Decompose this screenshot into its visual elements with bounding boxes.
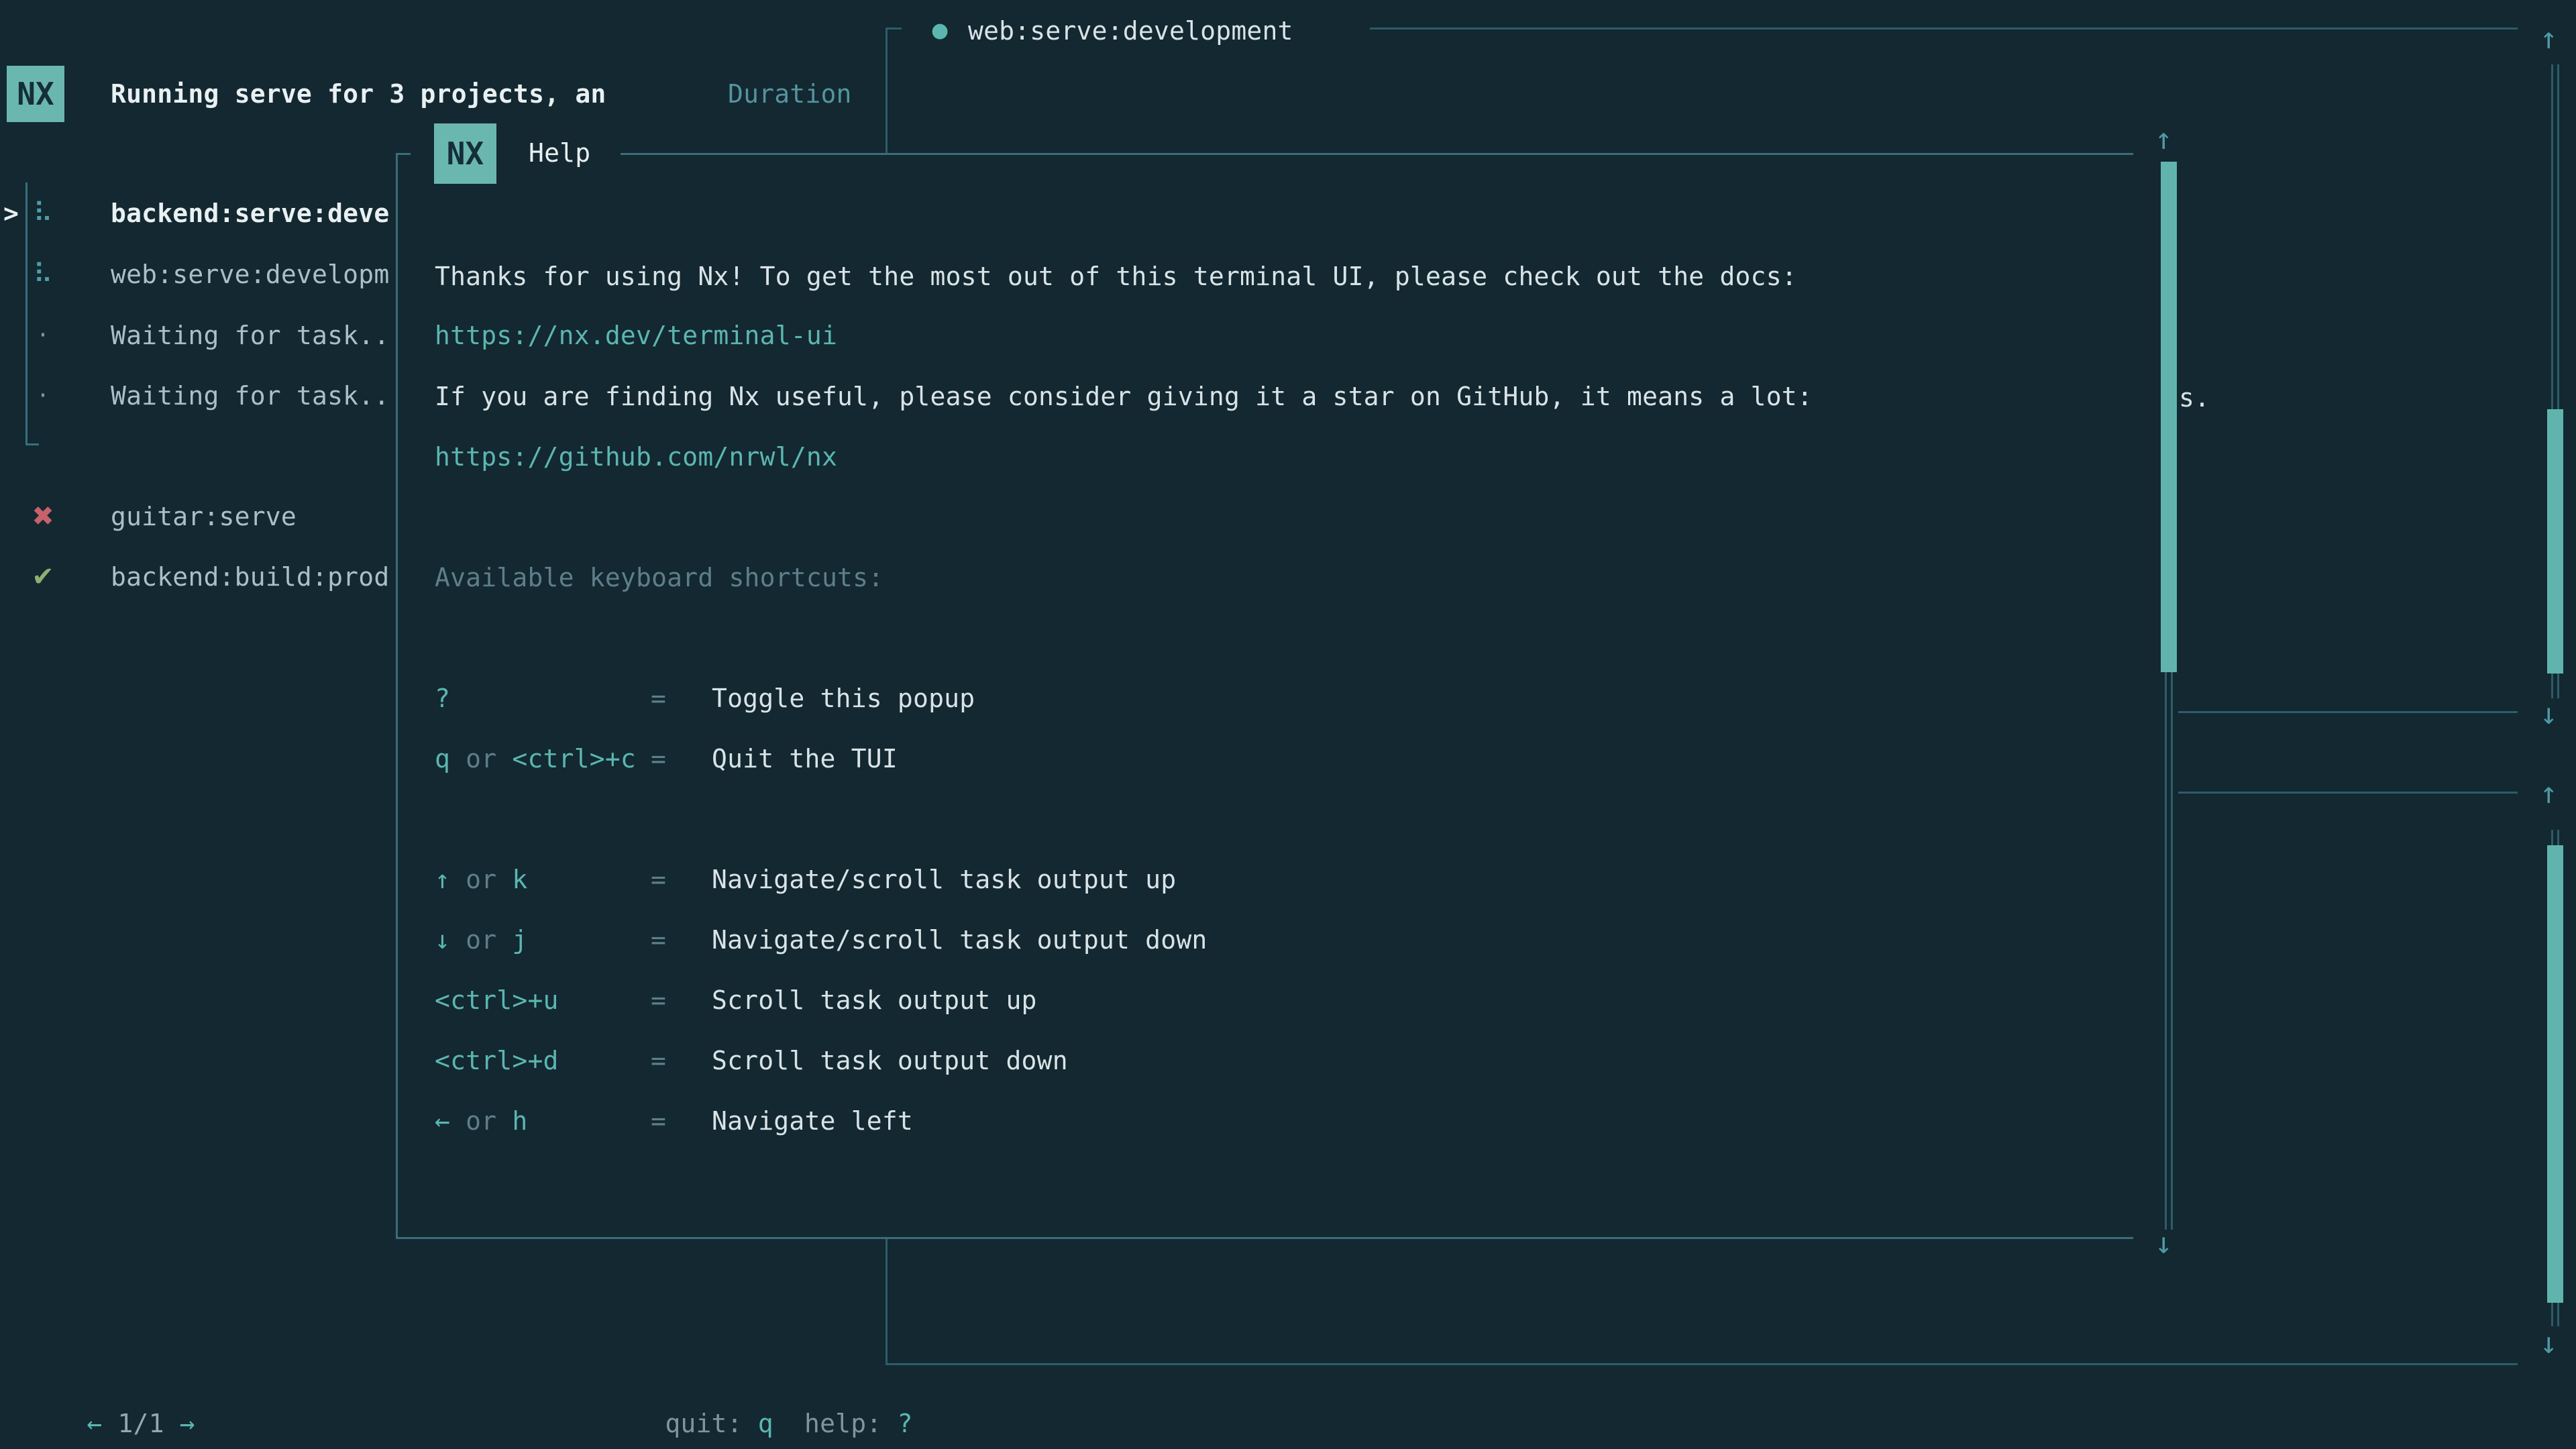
running-bullet-icon: ● [931, 1, 949, 61]
task-label: Waiting for task.. [111, 366, 389, 426]
shortcut-equals: = [651, 849, 666, 910]
shortcut-equals: = [651, 1030, 666, 1091]
selection-caret: > [3, 183, 19, 244]
scrollbar-thumb[interactable] [2547, 409, 2563, 674]
popup-border-top-left-arm [396, 153, 411, 155]
popup-border-left [396, 153, 398, 1239]
popup-nx-logo: NX [434, 123, 496, 184]
help-intro-line: Thanks for using Nx! To get the most out… [435, 246, 1797, 307]
shortcut-description: Scroll task output down [712, 1030, 1068, 1091]
shortcut-description: Navigate/scroll task output up [712, 849, 1176, 910]
scroll-up-icon[interactable]: ↑ [2540, 763, 2558, 824]
shortcut-keys: ← or h [435, 1091, 527, 1151]
quit-key: q [758, 1409, 773, 1438]
shortcut-description: Quit the TUI [712, 729, 898, 789]
shortcuts-heading: Available keyboard shortcuts: [435, 547, 883, 608]
shortcut-description: Navigate/scroll task output down [712, 910, 1208, 970]
task-label: backend:build:prod [111, 547, 389, 607]
task-label: Waiting for task.. [111, 305, 389, 366]
shortcut-keys: <ctrl>+d [435, 1030, 559, 1091]
help-key: ? [897, 1409, 912, 1438]
shortcut-keys: <ctrl>+u [435, 970, 559, 1030]
header-title: Running serve for 3 projects, an [111, 64, 606, 124]
shortcut-description: Navigate left [712, 1091, 913, 1151]
popup-border-bottom [396, 1237, 2133, 1239]
pager-next-icon[interactable]: → [180, 1409, 195, 1438]
spinner-icon: ⠧ [27, 183, 59, 244]
success-check-icon: ✔ [27, 547, 59, 607]
shortcut-keys: ↑ or k [435, 849, 527, 910]
nx-logo: NX [7, 66, 64, 122]
output-panel-border-top [1370, 28, 2518, 30]
shortcut-description: Scroll task output up [712, 970, 1037, 1030]
output-panel-border-corner-arm [885, 28, 902, 30]
error-x-icon: ✖ [27, 486, 59, 547]
help-hint-label: help: [804, 1409, 881, 1438]
bottom-panel-border-top [2178, 792, 2518, 794]
scrollbar-thumb[interactable] [2547, 845, 2563, 1303]
shortcut-equals: = [651, 668, 666, 729]
pending-dot-icon: · [27, 305, 59, 366]
help-intro-line: If you are finding Nx useful, please con… [435, 366, 1813, 427]
shortcut-equals: = [651, 910, 666, 970]
spinner-icon: ⠧ [27, 244, 59, 305]
scroll-down-icon[interactable]: ↓ [2540, 684, 2558, 745]
task-label: guitar:serve [111, 486, 297, 547]
shortcut-description: Toggle this popup [712, 668, 975, 729]
shortcut-keys: q or <ctrl>+c [435, 729, 636, 789]
docs-link[interactable]: https://nx.dev/terminal-ui [435, 305, 837, 366]
shortcut-keys: ↓ or j [435, 910, 527, 970]
bottom-panel-border-bottom [885, 1363, 2518, 1365]
pending-dot-icon: · [27, 366, 59, 426]
shortcut-equals: = [651, 970, 666, 1030]
task-group-bracket-foot [25, 443, 39, 445]
task-label: web:serve:developm [111, 244, 389, 305]
popup-scrollbar-thumb[interactable] [2161, 162, 2177, 672]
nx-tui-screen: NX Running serve for 3 projects, an Dura… [0, 0, 2576, 1449]
pager-prev-icon[interactable]: ← [87, 1409, 102, 1438]
scroll-up-icon[interactable]: ↑ [2540, 9, 2558, 69]
github-link[interactable]: https://github.com/nrwl/nx [435, 427, 837, 487]
quit-hint-label: quit: [665, 1409, 742, 1438]
popup-border-top [621, 153, 2133, 155]
output-panel-border-left [885, 28, 888, 155]
scroll-down-icon[interactable]: ↓ [2540, 1313, 2558, 1374]
clipped-output-text: s. [2179, 368, 2210, 428]
output-panel-title: web:serve:development [968, 1, 1293, 61]
shortcut-keys: ? [435, 668, 450, 729]
shortcut-equals: = [651, 1091, 666, 1151]
keybind-hints: quit: q help: ? [603, 1333, 913, 1449]
scroll-up-icon[interactable]: ↑ [2155, 109, 2173, 170]
task-list-pager: ← 1/1 → [25, 1333, 195, 1449]
task-label: backend:serve:deve [111, 183, 389, 244]
scroll-down-icon[interactable]: ↓ [2155, 1214, 2173, 1274]
shortcut-equals: = [651, 729, 666, 789]
pager-position: 1/1 [117, 1409, 164, 1438]
output-panel-border-bottom [2178, 711, 2518, 713]
popup-title: Help [529, 123, 590, 183]
duration-column-header: Duration [728, 64, 852, 124]
